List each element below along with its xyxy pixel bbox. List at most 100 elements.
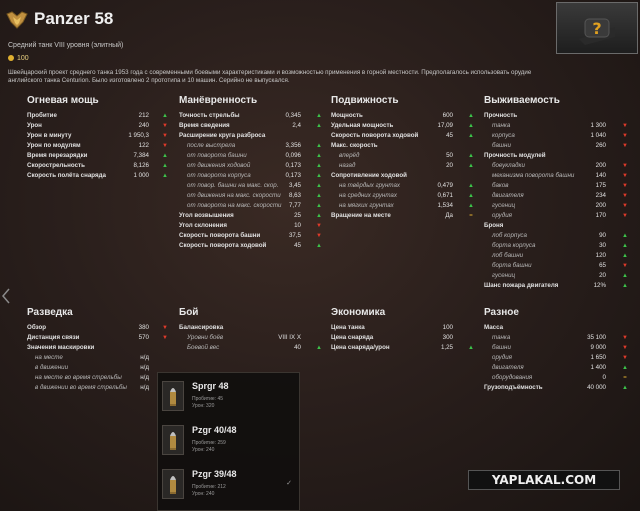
section-firepower: Огневая мощь Пробитие 212 ▲ Урон 240 ▼ Урон в …: [27, 95, 177, 181]
stat-value: 212: [138, 112, 149, 119]
arrow-up-icon: ▲: [468, 345, 474, 351]
stat-label: Прочность: [484, 112, 518, 119]
stat-value: 30: [599, 242, 606, 249]
stat-label: назад: [339, 162, 356, 169]
stat-label: вперёд: [339, 152, 360, 159]
stat-row: Расширение круга разброса: [179, 131, 329, 141]
stat-value: 234: [595, 192, 606, 199]
stat-value: 570: [138, 334, 149, 341]
stat-value: 1,534: [437, 202, 453, 209]
arrow-up-icon: ▲: [316, 203, 322, 209]
stat-row: Удельная мощность 17,09 ▲: [331, 121, 481, 131]
stat-label: Обзор: [27, 324, 47, 331]
stat-value: 7,384: [133, 152, 149, 159]
chevron-left-icon[interactable]: [2, 288, 10, 304]
stat-value: 200: [595, 162, 606, 169]
stat-label: Мощность: [331, 112, 363, 119]
arrow-down-icon: ▼: [622, 345, 628, 351]
arrow-up-icon: ▲: [468, 203, 474, 209]
arrow-down-icon: ▼: [622, 183, 628, 189]
shell-slot: [162, 425, 184, 455]
stat-row: Мощность 600 ▲: [331, 111, 481, 121]
stat-row: орудия 1 650 ▼: [484, 353, 634, 363]
stat-row: башни 9 000 ▼: [484, 343, 634, 353]
stat-value: 600: [442, 112, 453, 119]
equal-icon: =: [469, 213, 473, 219]
section-economy: Экономика Цена танка 100 Цена снаряда 300 Це…: [331, 307, 481, 353]
stat-label: на средних грунтах: [339, 192, 397, 199]
stat-label: Броня: [484, 222, 504, 229]
stat-label: Масса: [484, 324, 504, 331]
stat-value: 1 400: [590, 364, 606, 371]
stat-row: на мягких грунтах 1,534 ▲: [331, 201, 481, 211]
shell-slot: [162, 381, 184, 411]
stat-value: 0,345: [285, 112, 301, 119]
help-button[interactable]: ?: [556, 2, 638, 54]
shell-option[interactable]: Sprgr 48 Пробитие: 45 Урон: 320: [162, 379, 294, 413]
shell-name: Sprgr 48: [192, 381, 229, 391]
stat-row: Точность стрельбы 0,345 ▲: [179, 111, 329, 121]
arrow-up-icon: ▲: [162, 173, 168, 179]
stat-value: 40: [294, 344, 301, 351]
shell-damage: Урон: 240: [192, 491, 215, 497]
stat-label: башни: [492, 344, 511, 351]
stat-label: Время перезарядки: [27, 152, 88, 159]
shell-option[interactable]: Pzgr 40/48 Пробитие: 259 Урон: 240: [162, 423, 294, 457]
stat-row: Урон по модулям 122 ▼: [27, 141, 177, 151]
stat-label: Скорость поворота башни: [179, 232, 261, 239]
section-title: Экономика: [331, 307, 386, 318]
tank-price: 100: [8, 55, 29, 62]
stat-label: Макс. скорость: [331, 142, 378, 149]
stat-label: Угол возвышения: [179, 212, 234, 219]
arrow-down-icon: ▼: [622, 143, 628, 149]
arrow-down-icon: ▼: [162, 143, 168, 149]
arrow-up-icon: ▲: [468, 123, 474, 129]
stat-label: Урон: [27, 122, 42, 129]
arrow-down-icon: ▼: [622, 173, 628, 179]
stat-value: 100: [442, 324, 453, 331]
stat-row: в движении н/д: [27, 363, 177, 373]
shell-icon: [170, 432, 176, 450]
stat-row: двигателя 1 400 ▲: [484, 363, 634, 373]
gold-coin-icon: [8, 55, 14, 62]
stat-value: 20: [446, 162, 453, 169]
stat-label: Боевой вес: [187, 344, 220, 351]
stat-label: от движения ходовой: [187, 162, 251, 169]
shell-option[interactable]: Pzgr 39/48 Пробитие: 212 Урон: 240 ✓: [162, 467, 294, 501]
stat-value: 1 300: [590, 122, 606, 129]
arrow-up-icon: ▲: [468, 193, 474, 199]
arrow-up-icon: ▲: [622, 365, 628, 371]
stat-row: после выстрела 3,356 ▲: [179, 141, 329, 151]
stat-label: Время сведения: [179, 122, 230, 129]
stat-value: 40 000: [587, 384, 606, 391]
shell-damage: Урон: 240: [192, 447, 215, 453]
stat-row: Цена снаряда 300: [331, 333, 481, 343]
section-title: Огневая мощь: [27, 95, 99, 106]
stat-value: 200: [595, 202, 606, 209]
section-title: Манёвренность: [179, 95, 258, 106]
shell-name: Pzgr 40/48: [192, 425, 237, 435]
stat-value: VIII IX X: [278, 334, 301, 341]
stat-label: Пробитие: [27, 112, 57, 119]
stat-row: гусениц 20 ▲: [484, 271, 634, 281]
shell-damage: Урон: 320: [192, 403, 215, 409]
stat-value: 8,63: [288, 192, 301, 199]
stat-value: 1 950,3: [128, 132, 149, 139]
stat-value: 10: [294, 222, 301, 229]
stat-value: 12%: [593, 282, 606, 289]
stat-value: 2,4: [292, 122, 301, 129]
stat-row: Макс. скорость: [331, 141, 481, 151]
stat-label: лоб башни: [492, 252, 524, 259]
stat-label: от поворота корпуса: [187, 172, 251, 179]
arrow-down-icon: ▼: [162, 325, 168, 331]
stat-row: Скорость поворота ходовой 45 ▲: [179, 241, 329, 251]
arrow-up-icon: ▲: [468, 153, 474, 159]
stat-value: 90: [599, 232, 606, 239]
stat-row: лоб корпуса 90 ▲: [484, 231, 634, 241]
arrow-up-icon: ▲: [162, 163, 168, 169]
selected-check-icon: ✓: [286, 480, 292, 487]
arrow-down-icon: ▼: [162, 123, 168, 129]
stat-value: 37,5: [288, 232, 301, 239]
stat-value: н/д: [140, 374, 149, 381]
shell-icon: [170, 388, 176, 406]
